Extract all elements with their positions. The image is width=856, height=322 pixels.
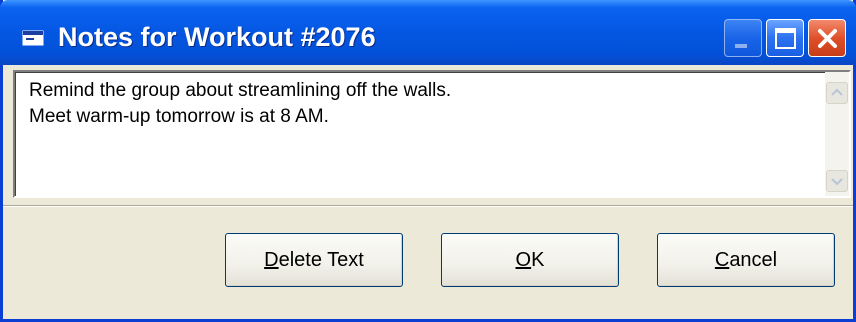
delete-label: elete Text xyxy=(278,248,364,271)
notes-textarea[interactable]: Remind the group about streamlining off … xyxy=(13,70,851,198)
chevron-up-icon xyxy=(831,88,843,96)
ok-label: K xyxy=(531,248,545,271)
delete-text-button[interactable]: Delete Text xyxy=(225,233,403,287)
ok-accel: O xyxy=(515,248,532,271)
vertical-scrollbar[interactable] xyxy=(825,72,849,196)
notes-dialog: Notes for Workout #2076 Remind the group… xyxy=(0,0,856,322)
window-title: Notes for Workout #2076 xyxy=(58,22,376,52)
minimize-icon xyxy=(735,44,747,48)
title-bar[interactable]: Notes for Workout #2076 xyxy=(0,0,856,65)
ok-button[interactable]: OK xyxy=(441,233,619,287)
minimize-button[interactable] xyxy=(724,19,762,57)
maximize-button[interactable] xyxy=(766,19,804,57)
delete-accel: D xyxy=(264,248,279,271)
cancel-accel: C xyxy=(714,248,730,271)
separator xyxy=(3,205,853,207)
window-app-icon[interactable] xyxy=(22,30,44,46)
maximize-icon xyxy=(775,28,796,49)
scroll-up-button[interactable] xyxy=(826,82,848,104)
close-button[interactable] xyxy=(808,19,846,57)
cancel-button[interactable]: Cancel xyxy=(657,233,835,287)
scroll-down-button[interactable] xyxy=(826,170,848,192)
close-icon xyxy=(818,29,837,48)
chevron-down-icon xyxy=(831,178,843,186)
notes-text[interactable]: Remind the group about streamlining off … xyxy=(29,78,819,130)
cancel-label: ancel xyxy=(729,248,778,271)
